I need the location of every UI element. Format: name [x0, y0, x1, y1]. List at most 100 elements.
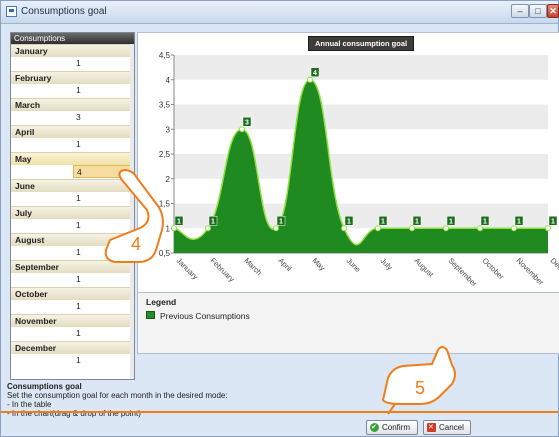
data-point[interactable] — [205, 225, 211, 232]
month-value-input[interactable]: 1 — [73, 57, 131, 70]
month-label: April — [11, 125, 134, 138]
consumption-chart[interactable]: 0,5 1 1,5 2 2,5 3 3,5 4 4,5 1 January 1 February 3 Mar… — [138, 33, 559, 293]
month-label: November — [11, 314, 134, 327]
data-point[interactable] — [511, 225, 517, 232]
x-tick-label: November — [515, 256, 546, 287]
description-line: Set the consumption goal for each month … — [7, 391, 228, 400]
month-row: March 3 — [11, 98, 134, 125]
data-label: 1 — [415, 218, 419, 225]
data-label: 1 — [211, 218, 215, 225]
month-row: September 1 — [11, 260, 134, 287]
cancel-icon — [427, 421, 436, 434]
divider — [1, 411, 558, 413]
data-point[interactable] — [477, 225, 483, 232]
x-tick-label: December — [549, 256, 559, 287]
table-header: Consumptions — [11, 33, 134, 44]
cancel-label: Cancel — [439, 423, 464, 432]
y-tick-label: 4,5 — [159, 51, 171, 60]
app-icon — [6, 6, 17, 17]
month-row: November 1 — [11, 314, 134, 341]
x-tick-label: January — [175, 256, 200, 281]
x-tick-label: October — [481, 256, 507, 282]
data-label: 1 — [517, 218, 521, 225]
x-tick-label: August — [413, 256, 437, 280]
data-label: 1 — [449, 218, 453, 225]
check-icon — [370, 421, 379, 434]
month-label: May — [11, 152, 134, 165]
month-value-input[interactable]: 1 — [73, 273, 131, 286]
month-value-input[interactable]: 1 — [73, 192, 131, 205]
description-title: Consumptions goal — [7, 382, 82, 391]
month-label: December — [11, 341, 134, 354]
data-label: 3 — [245, 119, 249, 126]
x-tick-label: June — [345, 256, 363, 274]
month-value-input[interactable]: 1 — [73, 300, 131, 313]
month-label: February — [11, 71, 134, 84]
data-label: 1 — [279, 218, 283, 225]
x-tick-label: May — [311, 256, 328, 273]
x-tick-label: July — [379, 256, 395, 272]
table-scrollbar[interactable] — [130, 44, 134, 379]
month-row: February 1 — [11, 71, 134, 98]
month-row: October 1 — [11, 287, 134, 314]
y-tick-label: 2,5 — [159, 150, 171, 159]
data-label: 1 — [381, 218, 385, 225]
data-point[interactable] — [443, 225, 449, 232]
month-label: January — [11, 44, 134, 57]
month-value-input[interactable]: 1 — [73, 246, 131, 259]
month-label: August — [11, 233, 134, 246]
month-row: May 4 — [11, 152, 134, 179]
month-value-input[interactable]: 1 — [73, 327, 131, 340]
data-point[interactable] — [545, 225, 551, 232]
window-title: Consumptions goal — [21, 6, 107, 17]
month-row: April 1 — [11, 125, 134, 152]
month-value-input[interactable]: 1 — [73, 219, 131, 232]
title-bar: Consumptions goal – □ ✕ — [1, 1, 559, 24]
data-point[interactable] — [409, 225, 415, 232]
data-point[interactable] — [307, 76, 313, 83]
y-tick-label: 4 — [166, 76, 171, 85]
y-tick-label: 2 — [166, 175, 171, 184]
month-label: June — [11, 179, 134, 192]
month-value-input[interactable]: 1 — [73, 354, 131, 367]
y-tick-label: 1,5 — [159, 200, 171, 209]
y-tick-label: 1 — [166, 224, 171, 233]
month-value-input[interactable]: 3 — [73, 111, 131, 124]
consumptions-goal-window: Consumptions goal – □ ✕ Consumptions Jan… — [0, 0, 559, 437]
x-tick-label: March — [243, 256, 264, 277]
grid-band — [174, 104, 548, 130]
confirm-button[interactable]: Confirm — [366, 420, 418, 435]
maximize-button[interactable]: □ — [529, 4, 547, 18]
data-point[interactable] — [341, 225, 347, 232]
month-label: July — [11, 206, 134, 219]
description-line: - In the table — [7, 400, 52, 409]
data-point[interactable] — [239, 126, 245, 133]
cancel-button[interactable]: Cancel — [423, 420, 471, 435]
close-button[interactable]: ✕ — [547, 4, 559, 18]
month-row: July 1 — [11, 206, 134, 233]
data-point[interactable] — [171, 225, 177, 232]
legend-panel: Legend Previous Consumptions — [137, 292, 559, 354]
data-label: 1 — [483, 218, 487, 225]
data-label: 1 — [177, 218, 181, 225]
month-value-input[interactable]: 4 — [73, 165, 131, 178]
legend-swatch — [146, 311, 155, 319]
chart-title: Annual consumption goal — [308, 36, 415, 51]
minimize-button[interactable]: – — [511, 4, 529, 18]
data-point[interactable] — [273, 225, 279, 232]
month-row: August 1 — [11, 233, 134, 260]
confirm-label: Confirm — [382, 423, 411, 432]
data-point[interactable] — [375, 225, 381, 232]
legend-item: Previous Consumptions — [160, 311, 250, 321]
month-label: October — [11, 287, 134, 300]
y-tick-label: 3 — [166, 125, 171, 134]
x-tick-label: September — [447, 256, 480, 289]
data-label: 1 — [347, 218, 351, 225]
chart-panel: 0,5 1 1,5 2 2,5 3 3,5 4 4,5 1 January 1 February 3 Mar… — [137, 32, 559, 294]
x-tick-label: April — [277, 256, 294, 273]
month-value-input[interactable]: 1 — [73, 138, 131, 151]
month-row: June 1 — [11, 179, 134, 206]
grid-band — [174, 55, 548, 80]
month-value-input[interactable]: 1 — [73, 84, 131, 97]
x-tick-label: February — [209, 256, 237, 284]
